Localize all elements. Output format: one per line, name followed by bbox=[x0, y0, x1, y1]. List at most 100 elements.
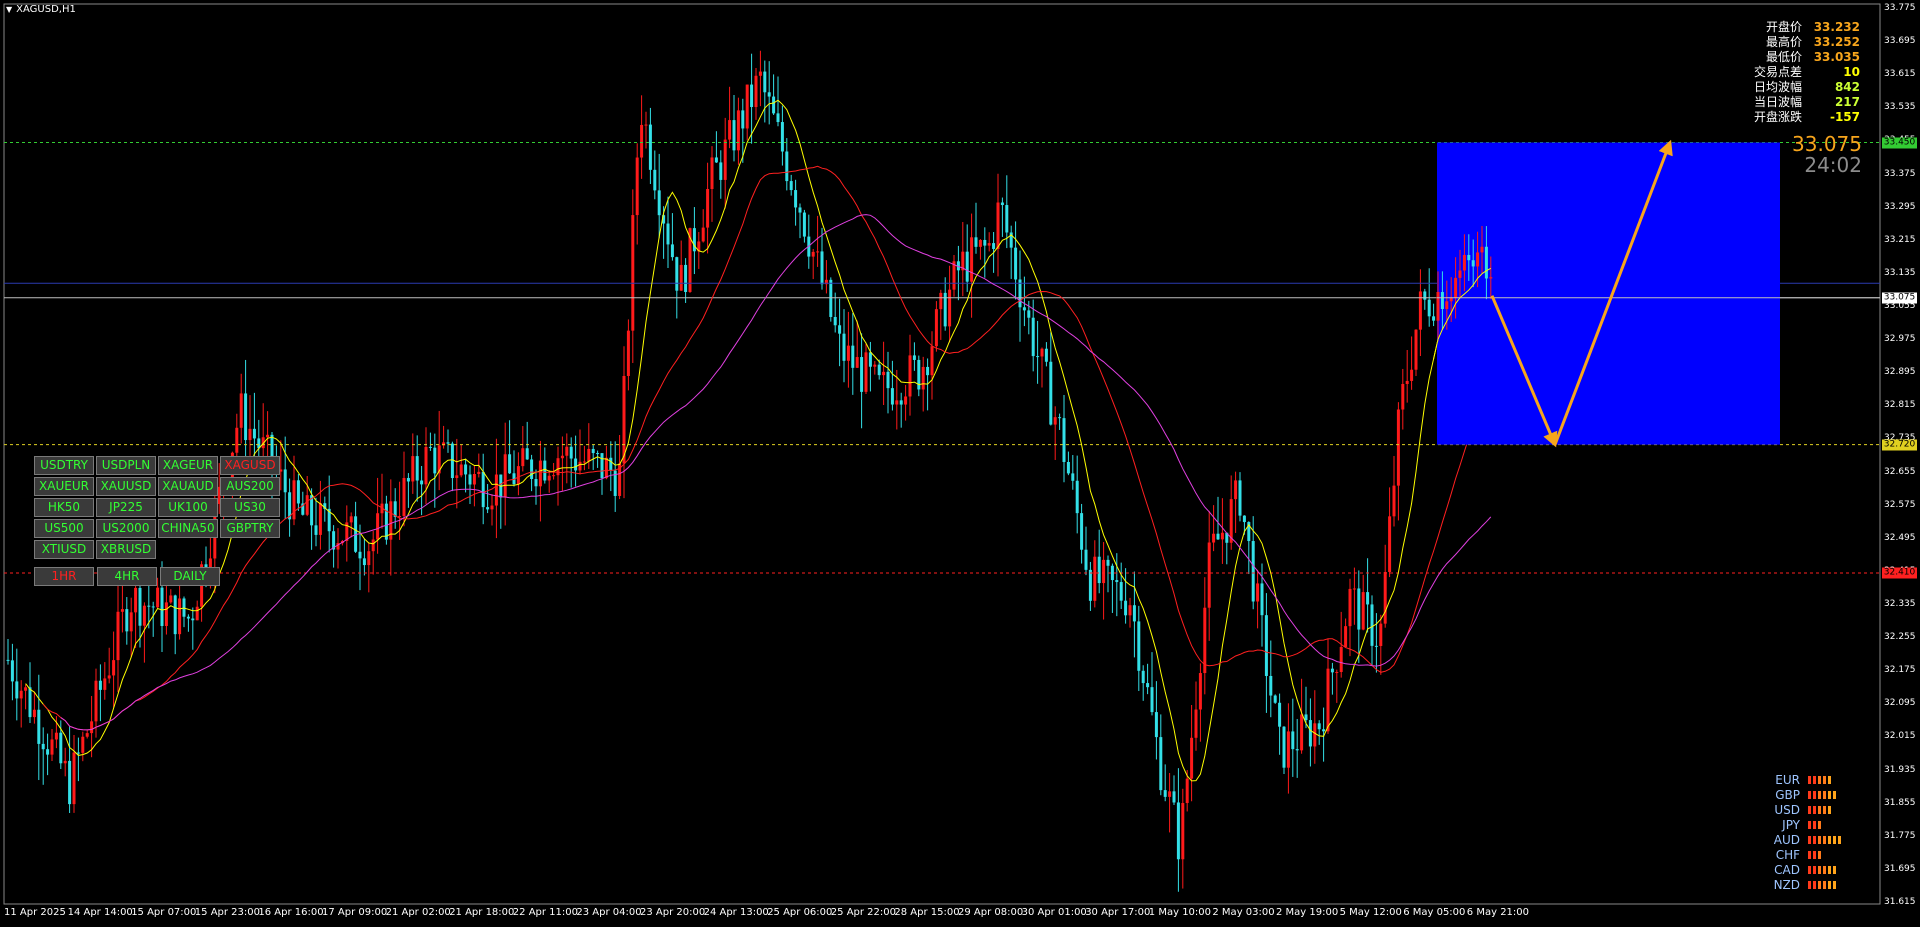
stat-label: 当日波幅 bbox=[1753, 95, 1802, 109]
strength-bar bbox=[1828, 775, 1831, 784]
time-tick: 23 Apr 04:00 bbox=[576, 907, 642, 918]
candle-body bbox=[679, 264, 683, 291]
candle-body bbox=[868, 352, 872, 367]
symbol-button-us30[interactable]: US30 bbox=[220, 498, 280, 517]
candle-body bbox=[846, 345, 850, 361]
time-tick: 1 May 10:00 bbox=[1148, 907, 1212, 918]
price-tick: 32.095 bbox=[1884, 698, 1916, 709]
candle-body bbox=[538, 460, 542, 487]
strength-row-nzd: NZD bbox=[1770, 877, 1870, 892]
candle-body bbox=[626, 330, 630, 376]
symbol-button-xaueur[interactable]: XAUEUR bbox=[34, 477, 94, 496]
symbol-button-china50[interactable]: CHINA50 bbox=[158, 519, 218, 538]
price-tick: 31.775 bbox=[1884, 830, 1916, 841]
symbol-button-xauusd[interactable]: XAUUSD bbox=[96, 477, 156, 496]
candle-body bbox=[1040, 348, 1044, 357]
price-axis[interactable]: 33.77533.69533.61533.53533.45533.37533.2… bbox=[1881, 0, 1920, 927]
price-tick: 32.895 bbox=[1884, 367, 1916, 378]
symbol-button-usdpln[interactable]: USDPLN bbox=[96, 456, 156, 475]
candle-body bbox=[1190, 737, 1194, 779]
time-tick: 2 May 19:00 bbox=[1276, 907, 1339, 918]
symbol-button-uk100[interactable]: UK100 bbox=[158, 498, 218, 517]
candle-body bbox=[1027, 310, 1031, 318]
symbol-button-us2000[interactable]: US2000 bbox=[96, 519, 156, 538]
stat-label: 开盘价 bbox=[1765, 20, 1802, 34]
candle-body bbox=[525, 448, 529, 460]
candle-body bbox=[1132, 605, 1136, 622]
symbol-button-hk50[interactable]: HK50 bbox=[34, 498, 94, 517]
strength-bar bbox=[1808, 880, 1811, 889]
strength-bar bbox=[1823, 790, 1826, 799]
candle-body bbox=[1119, 582, 1123, 601]
symbol-button-gbptry[interactable]: GBPTRY bbox=[220, 519, 280, 538]
dropdown-triangle-icon[interactable]: ▼ bbox=[6, 5, 12, 14]
currency-label: NZD bbox=[1773, 877, 1800, 892]
candle-body bbox=[965, 251, 969, 282]
candle-body bbox=[1370, 604, 1374, 646]
symbol-button-aus200[interactable]: AUS200 bbox=[220, 477, 280, 496]
strength-bar bbox=[1828, 865, 1831, 874]
candle-body bbox=[811, 251, 815, 257]
candle-body bbox=[1335, 672, 1339, 674]
candle-body bbox=[46, 749, 50, 755]
candle-body bbox=[1480, 246, 1484, 253]
candle-body bbox=[1282, 726, 1286, 768]
candle-body bbox=[112, 660, 116, 676]
symbol-button-usdtry[interactable]: USDTRY bbox=[34, 456, 94, 475]
timeframe-button-daily[interactable]: DAILY bbox=[160, 567, 220, 586]
strength-bar bbox=[1818, 790, 1821, 799]
time-tick: 15 Apr 23:00 bbox=[194, 907, 260, 918]
stat-label: 交易点差 bbox=[1753, 65, 1802, 79]
candle-body bbox=[877, 364, 881, 376]
candle-body bbox=[886, 371, 890, 389]
symbol-button-xagusd[interactable]: XAGUSD bbox=[220, 456, 280, 475]
candle-body bbox=[754, 75, 758, 108]
symbol-button-xtiusd[interactable]: XTIUSD bbox=[34, 540, 94, 559]
candle-body bbox=[1080, 513, 1084, 550]
candle-body bbox=[1344, 626, 1348, 647]
price-badge-current: 33.075 bbox=[1882, 292, 1917, 304]
candle-body bbox=[530, 459, 534, 480]
candle-body bbox=[1062, 418, 1066, 462]
candle-body bbox=[609, 457, 613, 471]
price-chart[interactable] bbox=[0, 0, 1920, 927]
candle-body bbox=[983, 239, 987, 246]
candle-body bbox=[714, 157, 718, 163]
candle-body bbox=[1172, 791, 1176, 803]
symbol-button-us500[interactable]: US500 bbox=[34, 519, 94, 538]
candle-body bbox=[728, 120, 732, 140]
strength-bar bbox=[1808, 775, 1811, 784]
candle-body bbox=[1304, 714, 1308, 721]
candle-body bbox=[1154, 712, 1158, 738]
candle-body bbox=[296, 480, 300, 504]
time-tick: 6 May 21:00 bbox=[1466, 907, 1530, 918]
candle-body bbox=[534, 479, 538, 487]
candle-body bbox=[604, 457, 608, 479]
candle-body bbox=[992, 243, 996, 249]
candle-body bbox=[948, 289, 952, 327]
strength-bar bbox=[1823, 880, 1826, 889]
strength-bar bbox=[1813, 805, 1816, 814]
strength-bar bbox=[1828, 880, 1831, 889]
candle-body bbox=[816, 251, 820, 253]
candle-body bbox=[1308, 720, 1312, 747]
candle-body bbox=[151, 606, 155, 608]
candle-body bbox=[780, 122, 784, 152]
timeframe-button-1hr[interactable]: 1HR bbox=[34, 567, 94, 586]
time-axis[interactable]: 11 Apr 2025 14 Apr 14:00 15 Apr 07:00 15 Ap… bbox=[0, 905, 1880, 925]
candle-body bbox=[195, 606, 199, 621]
candle-body bbox=[1251, 541, 1255, 602]
timeframe-button-4hr[interactable]: 4HR bbox=[97, 567, 157, 586]
candle-body bbox=[1084, 549, 1088, 570]
time-tick: 24 Apr 13:00 bbox=[703, 907, 769, 918]
symbol-button-xageur[interactable]: XAGEUR bbox=[158, 456, 218, 475]
symbol-button-jp225[interactable]: JP225 bbox=[96, 498, 156, 517]
symbol-button-xbrusd[interactable]: XBRUSD bbox=[96, 540, 156, 559]
candle-body bbox=[1278, 702, 1282, 727]
symbol-button-xauaud[interactable]: XAUAUD bbox=[158, 477, 218, 496]
candle-body bbox=[1357, 588, 1361, 630]
time-tick: 25 Apr 06:00 bbox=[767, 907, 833, 918]
time-tick: 15 Apr 07:00 bbox=[131, 907, 197, 918]
candle-body bbox=[1405, 380, 1409, 384]
candle-body bbox=[719, 162, 723, 180]
